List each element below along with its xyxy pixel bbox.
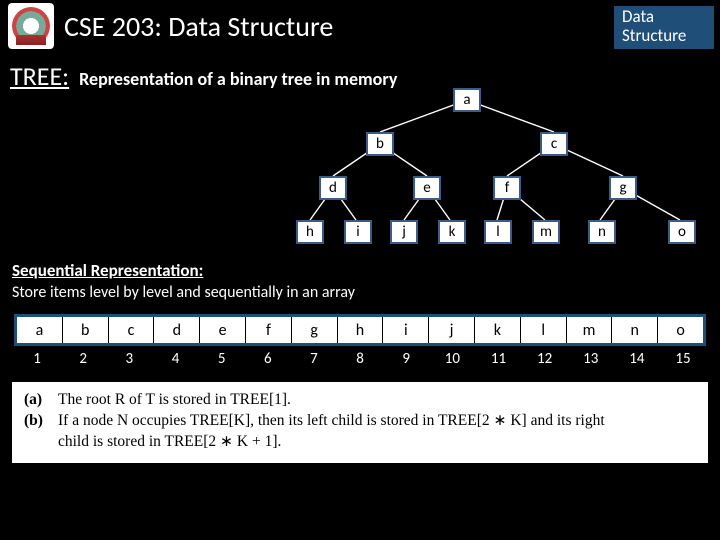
array-index: 5: [199, 350, 245, 368]
array-cell: b: [63, 317, 109, 343]
tree-node-i: i: [344, 220, 372, 244]
tree-node-g: g: [609, 176, 637, 200]
array-index: 11: [475, 350, 521, 368]
tree-node-m: m: [532, 220, 560, 244]
array-row: a b c d e f g h i j k l m n o: [14, 314, 706, 346]
array-cell: d: [154, 317, 200, 343]
array-index: 2: [60, 350, 106, 368]
array-cell: f: [246, 317, 292, 343]
rule-b-label: (b): [24, 411, 50, 432]
array-index: 10: [429, 350, 475, 368]
array-cell: h: [338, 317, 384, 343]
array-cell: n: [612, 317, 658, 343]
sequential-header: Sequential Representation:: [0, 254, 720, 283]
rule-a-label: (a): [24, 390, 50, 411]
rules-block: (a) The root R of T is stored in TREE[1]…: [12, 382, 708, 463]
badge-line-1: Data: [622, 8, 706, 27]
array-cell: m: [567, 317, 613, 343]
tree-node-c: c: [540, 132, 568, 156]
array-index: 6: [245, 350, 291, 368]
sequential-description: Store items level by level and sequentia…: [0, 283, 720, 310]
tree-node-l: l: [484, 220, 512, 244]
tree-node-b: b: [366, 132, 394, 156]
array-cell: j: [429, 317, 475, 343]
array-cell: i: [383, 317, 429, 343]
array-index: 1: [14, 350, 60, 368]
array-index: 14: [614, 350, 660, 368]
tree-node-e: e: [413, 176, 441, 200]
array-index: 13: [568, 350, 614, 368]
tree-node-k: k: [438, 220, 466, 244]
array-index: 8: [337, 350, 383, 368]
tree-node-d: d: [319, 176, 347, 200]
array-cell: a: [17, 317, 63, 343]
tree-node-f: f: [493, 176, 521, 200]
index-row: 1 2 3 4 5 6 7 8 9 10 11 12 13 14 15: [14, 350, 706, 368]
array-cell: g: [292, 317, 338, 343]
tree-node-h: h: [296, 220, 324, 244]
tree-node-n: n: [588, 220, 616, 244]
tree-node-o: o: [668, 220, 696, 244]
array-index: 15: [660, 350, 706, 368]
course-title: CSE 203: Data Structure: [64, 9, 333, 44]
topic-badge: Data Structure: [614, 6, 714, 49]
header-bar: CSE 203: Data Structure Data Structure: [0, 0, 720, 52]
array-cell: k: [475, 317, 521, 343]
rule-b-text-1: If a node N occupies TREE[K], then its l…: [58, 411, 605, 432]
array-cell: l: [521, 317, 567, 343]
institution-logo: [8, 3, 54, 49]
rule-b-text-2: child is stored in TREE[2 ∗ K + 1].: [24, 432, 696, 453]
array-cell: o: [658, 317, 703, 343]
array-cell: e: [200, 317, 246, 343]
array-index: 7: [291, 350, 337, 368]
tree-diagram: a b c d e f g h i j k l m n o: [0, 54, 720, 254]
tree-node-j: j: [390, 220, 418, 244]
array-index: 3: [106, 350, 152, 368]
array-index: 12: [522, 350, 568, 368]
array-index: 9: [383, 350, 429, 368]
array-cell: c: [109, 317, 155, 343]
array-index: 4: [152, 350, 198, 368]
tree-node-a: a: [453, 88, 481, 112]
badge-line-2: Structure: [622, 27, 706, 46]
rule-a-text: The root R of T is stored in TREE[1].: [58, 390, 291, 411]
